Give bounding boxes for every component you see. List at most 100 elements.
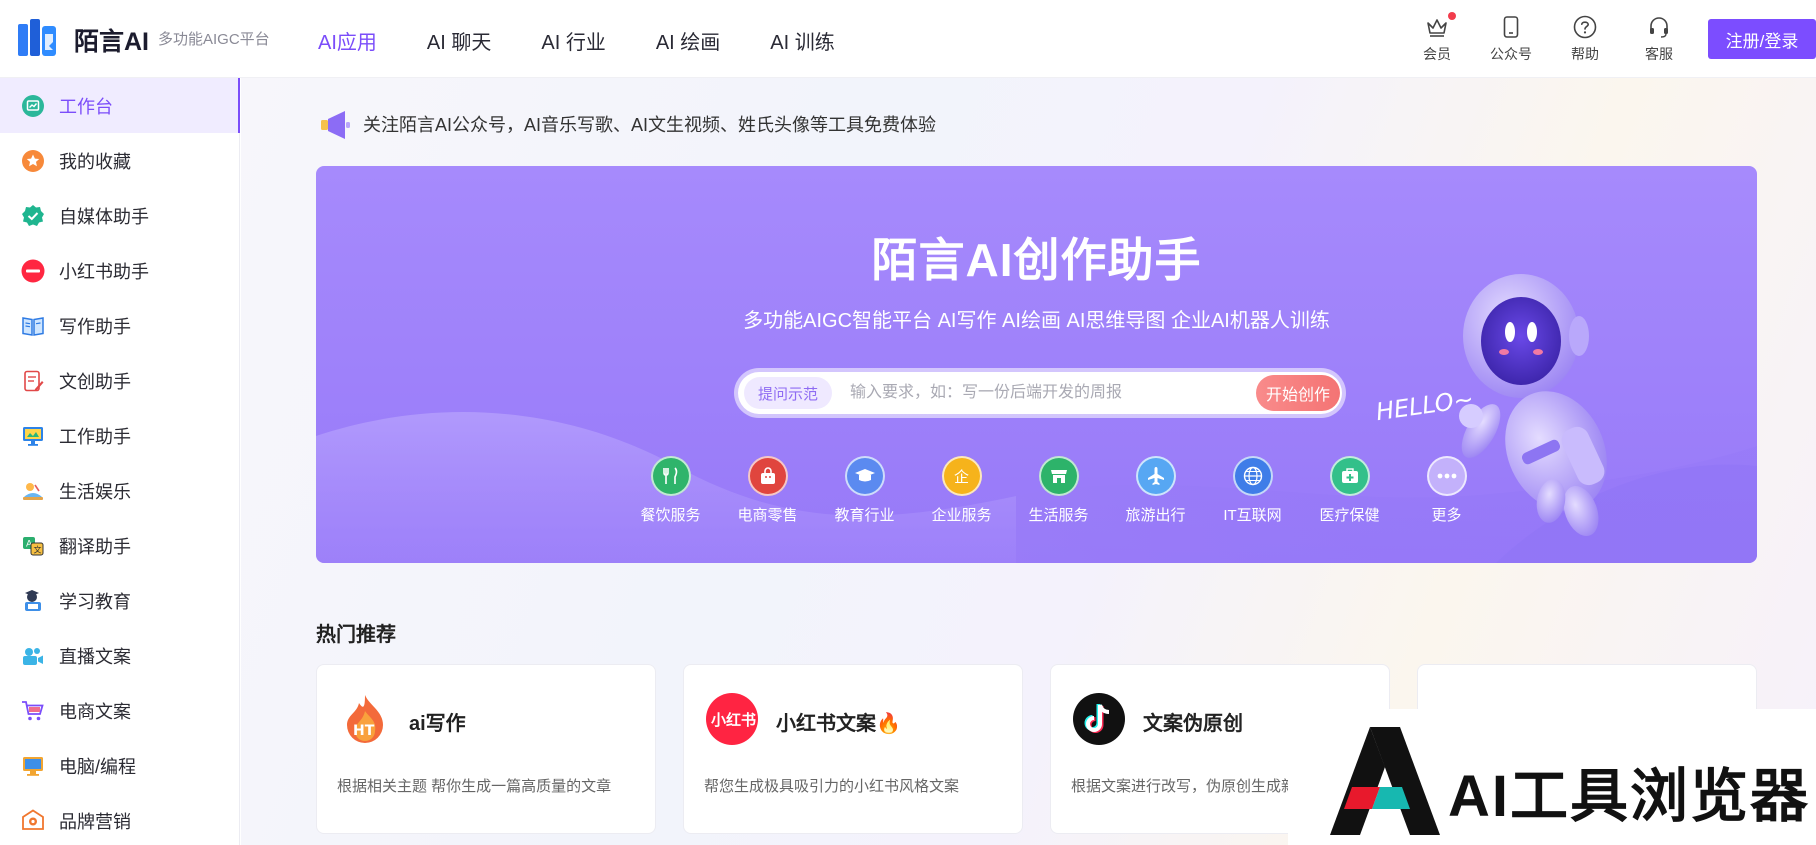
xiaohongshu-logo-icon: 小红书 (706, 693, 758, 745)
category-education[interactable]: 教育行业 (816, 456, 913, 525)
notice-text: 关注陌言AI公众号，AI音乐写歌、AI文生视频、姓氏头像等工具免费体验 (363, 115, 937, 135)
medical-kit-icon (1329, 456, 1370, 496)
card-description: 根据相关主题 帮你生成一篇高质量的文章 (337, 778, 612, 795)
sidebar-item-label: 工作台 (59, 96, 113, 117)
card-description: 根据文案进行改写，伪原创生成新 (1071, 778, 1297, 795)
nav-ai-chat[interactable]: AI 聊天 (427, 26, 491, 55)
shopping-bag-icon (747, 456, 788, 496)
category-catering[interactable]: 餐饮服务 (622, 456, 719, 525)
student-icon (20, 588, 46, 614)
sidebar-item-live[interactable]: 直播文案 (0, 628, 239, 683)
service-label: 客服 (1645, 46, 1673, 62)
monitor-icon (20, 423, 46, 449)
category-ecommerce[interactable]: 电商零售 (719, 456, 816, 525)
sidebar-item-education[interactable]: 学习教育 (0, 573, 239, 628)
prompt-input[interactable] (850, 377, 1256, 409)
card-description: 帮您生成极具吸引力的小红书风格文案 (704, 778, 960, 795)
category-label: 电商零售 (737, 507, 798, 524)
help-button[interactable]: 帮助 (1548, 14, 1622, 64)
watermark-logo-icon (1330, 727, 1440, 835)
book-icon (20, 313, 46, 339)
phone-icon (1498, 14, 1524, 40)
hot-section-title: 热门推荐 (316, 624, 396, 646)
brand-icon (20, 808, 46, 834)
globe-icon (1232, 456, 1273, 496)
customer-service-button[interactable]: 客服 (1622, 14, 1696, 64)
top-header: 陌言AI 多功能AIGC平台 AI应用 AI 聊天 AI 行业 AI 绘画 AI… (0, 0, 1816, 78)
sidebar-item-label: 品牌营销 (59, 811, 131, 832)
sidebar-item-xiaohongshu[interactable]: 小红书助手 (0, 243, 239, 298)
brand-name[interactable]: 陌言AI (74, 22, 149, 58)
card-title: ai写作 (409, 713, 466, 735)
sidebar-item-label: 自媒体助手 (59, 206, 149, 227)
store-icon (1038, 456, 1079, 496)
svg-text:HT: HT (353, 723, 375, 739)
sidebar-item-workbench[interactable]: 工作台 (0, 78, 240, 133)
help-label: 帮助 (1571, 46, 1599, 62)
sidebar-item-label: 文创助手 (59, 371, 131, 392)
nav-ai-apps[interactable]: AI应用 (318, 26, 377, 55)
official-account-button[interactable]: 公众号 (1474, 14, 1548, 64)
sidebar-item-computer[interactable]: 电脑/编程 (0, 738, 239, 793)
category-internet[interactable]: IT互联网 (1204, 456, 1301, 525)
member-label: 会员 (1423, 46, 1451, 62)
sidebar-item-ecommerce[interactable]: 电商文案 (0, 683, 239, 738)
hot-card-xiaohongshu-copy[interactable]: 小红书 小红书文案🔥 帮您生成极具吸引力的小红书风格文案 (683, 664, 1023, 834)
sidebar-item-self-media[interactable]: 自媒体助手 (0, 188, 239, 243)
question-circle-icon (1572, 14, 1598, 40)
star-icon (20, 148, 46, 174)
live-icon (20, 643, 46, 669)
svg-text:小红书: 小红书 (711, 711, 756, 729)
start-create-button[interactable]: 开始创作 (1256, 375, 1340, 411)
sidebar-item-leisure[interactable]: 生活娱乐 (0, 463, 239, 518)
example-tag-button[interactable]: 提问示范 (744, 377, 832, 409)
plane-icon (1135, 456, 1176, 496)
sidebar-item-label: 写作助手 (59, 316, 131, 337)
utensils-icon (650, 456, 691, 496)
enterprise-icon: 企 (941, 456, 982, 496)
headset-icon (1646, 14, 1672, 40)
watermark-overlay: AI工具浏览器 (1288, 709, 1816, 845)
verified-icon (20, 203, 46, 229)
nav-ai-painting[interactable]: AI 绘画 (656, 26, 720, 55)
category-enterprise[interactable]: 企 企业服务 (913, 456, 1010, 525)
sidebar-item-label: 翻译助手 (59, 536, 131, 557)
megaphone-icon (321, 111, 350, 139)
sidebar-item-brand-marketing[interactable]: 品牌营销 (0, 793, 239, 845)
category-life-service[interactable]: 生活服务 (1010, 456, 1107, 525)
dashboard-icon (20, 93, 46, 119)
member-button[interactable]: 会员 (1400, 12, 1474, 64)
category-label: 企业服务 (931, 507, 992, 524)
nav-ai-training[interactable]: AI 训练 (770, 26, 834, 55)
nav-ai-industry[interactable]: AI 行业 (541, 26, 605, 55)
notice-bar[interactable]: 关注陌言AI公众号，AI音乐写歌、AI文生视频、姓氏头像等工具免费体验 (319, 108, 936, 140)
login-register-button[interactable]: 注册/登录 (1708, 19, 1816, 59)
category-medical[interactable]: 医疗保健 (1301, 456, 1398, 525)
card-title: 小红书文案🔥 (776, 713, 901, 735)
translate-icon: A文 (20, 533, 46, 559)
sidebar-item-label: 电商文案 (59, 701, 131, 722)
svg-text:文: 文 (34, 544, 42, 554)
hero-banner: 陌言AI创作助手 多功能AIGC智能平台 AI写作 AI绘画 AI思维导图 企业… (316, 166, 1757, 563)
doc-edit-icon (20, 368, 46, 394)
leisure-icon (20, 478, 46, 504)
ht-flame-icon: HT (347, 695, 383, 743)
sidebar-item-translate[interactable]: A文 翻译助手 (0, 518, 239, 573)
hot-card-ai-writing[interactable]: HT ai写作 根据相关主题 帮你生成一篇高质量的文章 (316, 664, 656, 834)
sidebar-item-work[interactable]: 工作助手 (0, 408, 239, 463)
notification-dot (1448, 12, 1456, 20)
sidebar-item-writing[interactable]: 写作助手 (0, 298, 239, 353)
hero-search-inner: 提问示范 开始创作 (738, 372, 1342, 414)
category-label: 医疗保健 (1319, 507, 1380, 524)
brand-logo-icon[interactable] (18, 16, 58, 58)
category-travel[interactable]: 旅游出行 (1107, 456, 1204, 525)
sidebar-item-label: 生活娱乐 (59, 481, 131, 502)
category-label: 教育行业 (834, 507, 895, 524)
sidebar-item-label: 工作助手 (59, 426, 131, 447)
cart-icon (20, 698, 46, 724)
sidebar-item-favorites[interactable]: 我的收藏 (0, 133, 239, 188)
sidebar-item-creative[interactable]: 文创助手 (0, 353, 239, 408)
sidebar-item-label: 学习教育 (59, 591, 131, 612)
sidebar-item-label: 直播文案 (59, 646, 131, 667)
watermark-text: AI工具浏览器 (1448, 764, 1811, 829)
